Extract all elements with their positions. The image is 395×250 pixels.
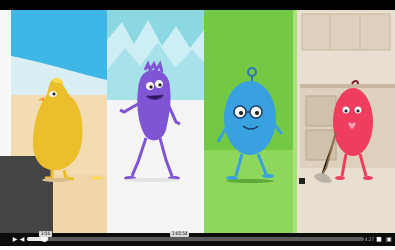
volume-icon: ◀ xyxy=(19,236,25,243)
fullscreen-icon: ▣ xyxy=(386,236,392,243)
video-player[interactable]: 3:56 1:05:54 ▶ ◀ 4:27 ■ ▣ xyxy=(0,0,395,246)
hover-time-tooltip: 3:56 xyxy=(39,231,52,237)
panel-park xyxy=(204,10,299,233)
video-top-bar xyxy=(0,0,395,10)
chapter-time-tooltip: 1:05:54 xyxy=(170,231,190,237)
settings-button[interactable]: ■ xyxy=(375,236,383,244)
seek-bar[interactable] xyxy=(27,237,364,241)
panel-beach xyxy=(0,10,107,233)
panel-mountains xyxy=(107,10,204,233)
fullscreen-button[interactable]: ▣ xyxy=(385,236,393,244)
cursor-icon xyxy=(299,178,305,184)
time-readout: 4:27 xyxy=(365,237,374,242)
panel-kitchen xyxy=(297,10,395,233)
volume-button[interactable]: ◀ xyxy=(18,236,26,244)
play-icon: ▶ xyxy=(12,236,18,243)
video-frame xyxy=(0,0,395,233)
settings-icon: ■ xyxy=(376,236,382,243)
